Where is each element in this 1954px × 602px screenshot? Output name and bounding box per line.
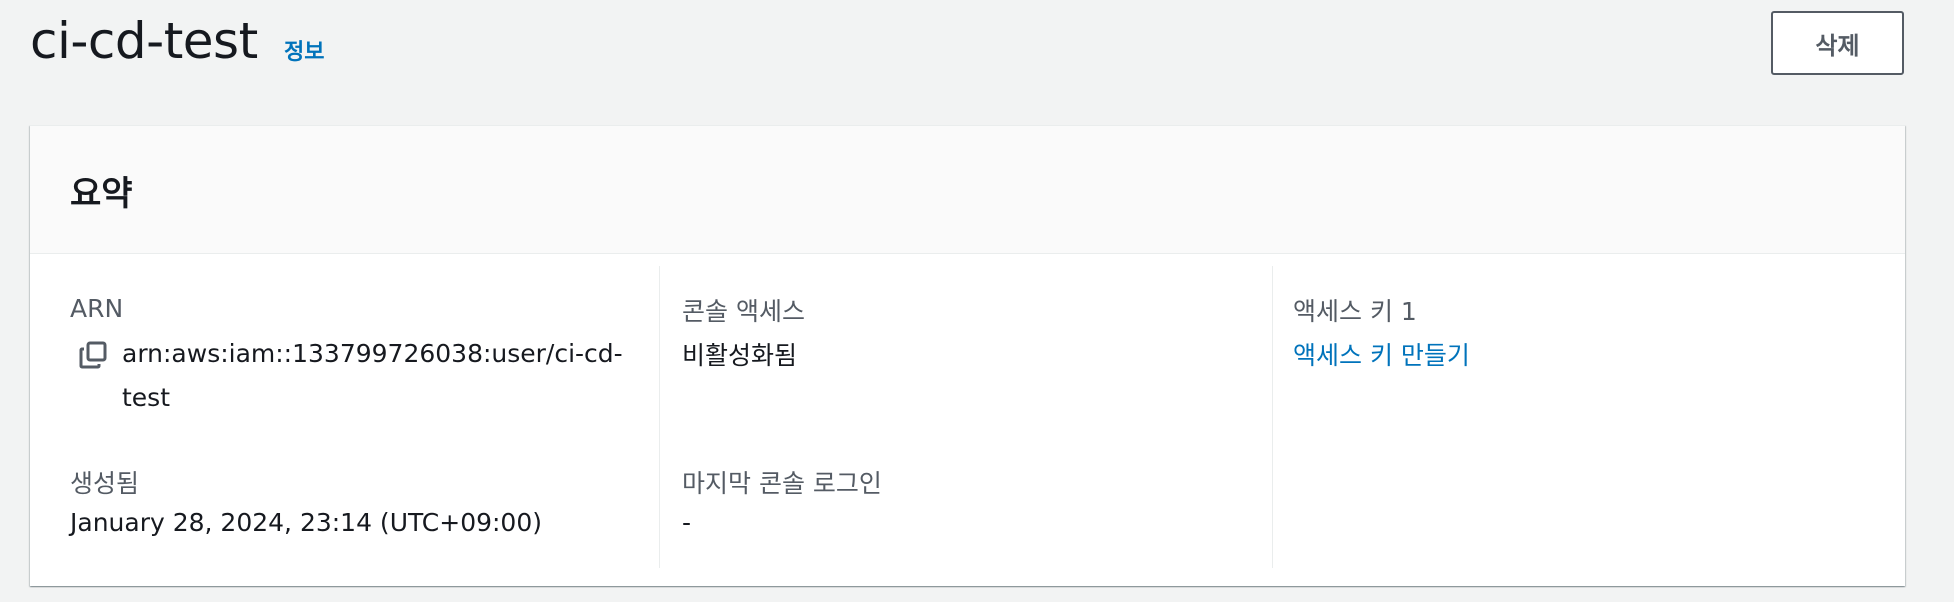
create-access-key-link[interactable]: 액세스 키 만들기 [1293, 336, 1470, 372]
column-divider [1272, 266, 1273, 568]
last-console-login-label: 마지막 콘솔 로그인 [682, 469, 882, 498]
summary-title: 요약 [70, 174, 133, 214]
summary-panel-body: ARN arn:aws:iam::133799726038:user/ci-cd… [30, 254, 1905, 586]
delete-button[interactable]: 삭제 [1771, 11, 1904, 75]
arn-value-line2: test [122, 383, 171, 412]
arn-value: arn:aws:iam::133799726038:user/ci-cd- te… [122, 332, 642, 420]
console-access-label: 콘솔 액세스 [682, 297, 805, 326]
info-link[interactable]: 정보 [284, 34, 324, 66]
copy-icon[interactable] [78, 340, 108, 370]
arn-label: ARN [70, 294, 124, 323]
page-title: ci-cd-test [30, 12, 258, 70]
arn-value-line1: arn:aws:iam::133799726038:user/ci-cd- [122, 339, 623, 368]
created-label: 생성됨 [70, 469, 140, 498]
created-value: January 28, 2024, 23:14 (UTC+09:00) [70, 508, 542, 537]
summary-panel-header: 요약 [30, 126, 1905, 254]
access-key-label: 액세스 키 1 [1293, 297, 1417, 326]
column-divider [659, 266, 660, 568]
console-access-value: 비활성화됨 [682, 341, 798, 370]
page-header: ci-cd-test 정보 [30, 0, 1954, 100]
summary-panel: 요약 ARN arn:aws:iam::133799726038:user/ci… [30, 125, 1905, 586]
last-console-login-value: - [682, 508, 692, 537]
